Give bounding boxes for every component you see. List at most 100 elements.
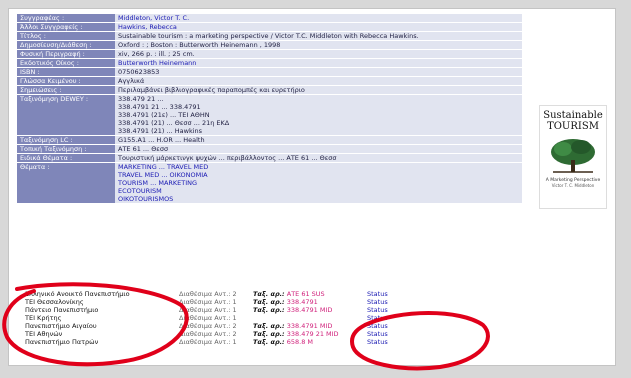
record-value-line: G155.A1 ... H.OR ... Health xyxy=(118,136,205,144)
call-number-value: 338.4791 MID xyxy=(286,306,333,314)
holding-status-link[interactable]: Status xyxy=(365,330,493,338)
record-value-line: Sustainable tourism : a marketing perspe… xyxy=(118,32,419,40)
holding-status-link[interactable]: Status xyxy=(365,298,493,306)
holding-availability: Διαθέσιμα Αντ.: 1 xyxy=(179,314,237,322)
record-field-value: Περιλαμβάνει βιβλιογραφικές παραπομπές κ… xyxy=(115,86,522,94)
record-value-line: 338.4791 (21) ... Hawkins xyxy=(118,127,203,135)
call-number-value: 338.4791 MID xyxy=(286,322,333,330)
holding-library-name: ΤΕΙ Κρήτης xyxy=(25,314,62,322)
holding-call-number: Ταξ. αρ.: ΑΤΕ 61 SUS xyxy=(251,290,365,298)
record-value-link[interactable]: OIKOTOURISMOS xyxy=(118,195,173,203)
holding-row: Ελληνικό Ανοικτό Πανεπιστήμιο Διαθέσιμα Α… xyxy=(23,290,493,298)
holding-availability: Διαθέσιμα Αντ.: 1 xyxy=(179,306,237,314)
record-field-label: Θέματα : xyxy=(17,163,115,203)
book-cover-image[interactable]: Sustainable TOURISM A Marketing Perspect… xyxy=(539,105,607,209)
record-row: ISBN :0750623853 xyxy=(17,68,522,76)
record-value-line: Hawkins, Rebecca xyxy=(118,23,519,31)
record-value-link[interactable]: Butterworth Heinemann xyxy=(118,59,196,67)
call-number-prefix: Ταξ. αρ.: xyxy=(253,298,285,306)
holding-library-name: Πάντειο Πανεπιστήμιο xyxy=(25,306,99,314)
record-field-value: Butterworth Heinemann xyxy=(115,59,522,67)
record-field-label: Άλλοι Συγγραφείς : xyxy=(17,23,115,31)
record-field-value: ΑΤΕ 61 ... Θεσσ xyxy=(115,145,522,153)
record-field-value: MARKETING ... TRAVEL MED TRAVEL MED ... O… xyxy=(115,163,522,203)
record-row: Εκδοτικός Οίκος : Butterworth Heinemann xyxy=(17,59,522,67)
record-value-line: TOURISM ... MARKETING xyxy=(118,179,519,187)
record-panel: Συγγραφέας : Middleton, Victor T. C. Άλλοι… xyxy=(2,8,616,371)
call-number-value: ΑΤΕ 61 SUS xyxy=(286,290,325,298)
holding-row: Πανεπιστήμιο Πατρών Διαθέσιμα Αντ.: 1 Ταξ.… xyxy=(23,338,493,346)
holding-status-link[interactable]: Status xyxy=(365,322,493,330)
record-row: Τίτλος : Sustainable tourism : a marketin… xyxy=(17,32,522,40)
record-value-line: MARKETING ... TRAVEL MED xyxy=(118,163,519,171)
record-value-link[interactable]: Hawkins, Rebecca xyxy=(118,23,177,31)
record-row: Τοπική Ταξινόμηση : ΑΤΕ 61 ... Θεσσ xyxy=(17,145,522,153)
record-row: Φυσική Περιγραφή : xiv, 266 p. : ill. ; 2… xyxy=(17,50,522,58)
holding-call-number xyxy=(251,314,365,322)
record-value-link[interactable]: TRAVEL MED ... OIKONOMIA xyxy=(118,171,208,179)
holding-status-link[interactable]: Status xyxy=(365,338,493,346)
holding-call-number: Ταξ. αρ.: 658.8 M xyxy=(251,338,365,346)
bibliographic-record-table: Συγγραφέας : Middleton, Victor T. C. Άλλοι… xyxy=(17,13,522,204)
holding-status-link[interactable]: Status xyxy=(365,290,493,298)
holding-row: ΤΕΙ Κρήτης Διαθέσιμα Αντ.: 1 Status xyxy=(23,314,493,322)
record-field-label: Σημειώσεις : xyxy=(17,86,115,94)
holding-library-name: ΤΕΙ Θεσσαλονίκης xyxy=(25,298,84,306)
holding-row: Πάντειο Πανεπιστήμιο Διαθέσιμα Αντ.: 1 Ταξ… xyxy=(23,306,493,314)
record-value-line: xiv, 266 p. : ill. ; 25 cm. xyxy=(118,50,195,58)
record-field-label: Φυσική Περιγραφή : xyxy=(17,50,115,58)
record-field-label: Τίτλος : xyxy=(17,32,115,40)
holding-availability: Διαθέσιμα Αντ.: 1 xyxy=(179,338,237,346)
holding-call-number: Ταξ. αρ.: 338.4791 xyxy=(251,298,365,306)
record-value-line: 0750623853 xyxy=(118,68,160,76)
record-value-line: 338.4791 (21ε) ... ΤΕΙ ΑΘΗΝ xyxy=(118,111,210,119)
record-field-value: Αγγλικά xyxy=(115,77,522,85)
record-value-line: Middleton, Victor T. C. xyxy=(118,14,519,22)
holding-availability: Διαθέσιμα Αντ.: 2 xyxy=(179,290,237,298)
record-row: Δημοσίευση/Διάθεση : Oxford : ; Boston : … xyxy=(17,41,522,49)
holding-call-number: Ταξ. αρ.: 338.4791 MID xyxy=(251,322,365,330)
record-value-line: 338.4791 21 ... 338.4791 xyxy=(118,103,201,111)
record-value-link[interactable]: Middleton, Victor T. C. xyxy=(118,14,189,22)
record-value-line: Τουριστική μάρκετινγκ ψυχών ... περιβάλλ… xyxy=(118,154,337,162)
record-row: Ταξινόμηση DEWEY :338.479 21 ... 338.479… xyxy=(17,95,522,135)
record-row: Άλλοι Συγγραφείς : Hawkins, Rebecca xyxy=(17,23,522,31)
record-value-link[interactable]: MARKETING ... TRAVEL MED xyxy=(118,163,208,171)
record-field-value: Sustainable tourism : a marketing perspe… xyxy=(115,32,522,40)
holding-availability: Διαθέσιμα Αντ.: 2 xyxy=(179,330,237,338)
holding-availability: Διαθέσιμα Αντ.: 1 xyxy=(179,298,237,306)
record-row: Γλώσσα Κειμένου : Αγγλικά xyxy=(17,77,522,85)
record-field-value: Hawkins, Rebecca xyxy=(115,23,522,31)
holding-row: Πανεπιστήμιο Αιγαίου Διαθέσιμα Αντ.: 2 Ταξ… xyxy=(23,322,493,330)
call-number-value: 338.4791 xyxy=(286,298,318,306)
record-field-label: ISBN : xyxy=(17,68,115,76)
record-field-value: Oxford : ; Boston : Butterworth Heineman… xyxy=(115,41,522,49)
record-field-value: xiv, 266 p. : ill. ; 25 cm. xyxy=(115,50,522,58)
record-value-line: ΑΤΕ 61 ... Θεσσ xyxy=(118,145,169,153)
holding-status-link[interactable]: Status xyxy=(365,306,493,314)
record-field-value: Τουριστική μάρκετινγκ ψυχών ... περιβάλλ… xyxy=(115,154,522,162)
call-number-value: 338.479 21 MID xyxy=(286,330,339,338)
record-row: Θέματα : MARKETING ... TRAVEL MED TRAVEL M… xyxy=(17,163,522,203)
cover-title-line1: Sustainable xyxy=(543,110,603,121)
record-value-line: ECOTOURISM xyxy=(118,187,519,195)
record-value-link[interactable]: ECOTOURISM xyxy=(118,187,162,195)
holding-library-name: ΤΕΙ Αθηνών xyxy=(25,330,63,338)
record-value-line: Περιλαμβάνει βιβλιογραφικές παραπομπές κ… xyxy=(118,86,305,94)
cover-author: Victor T. C. Middleton xyxy=(551,183,595,188)
record-field-value: 338.479 21 ... 338.4791 21 ... 338.4791 3… xyxy=(115,95,522,135)
record-row: Ειδικά Θέματα : Τουριστική μάρκετινγκ ψυχ… xyxy=(17,154,522,162)
tree-globe-icon xyxy=(551,139,595,173)
record-field-label: Τοπική Ταξινόμηση : xyxy=(17,145,115,153)
record-field-label: Εκδοτικός Οίκος : xyxy=(17,59,115,67)
holding-call-number: Ταξ. αρ.: 338.4791 MID xyxy=(251,306,365,314)
holding-status-link[interactable]: Status xyxy=(365,314,493,322)
record-field-label: Συγγραφέας : xyxy=(17,14,115,22)
holding-library-name: Πανεπιστήμιο Πατρών xyxy=(25,338,99,346)
call-number-prefix: Ταξ. αρ.: xyxy=(253,338,285,346)
record-field-label: Ειδικά Θέματα : xyxy=(17,154,115,162)
record-row: Ταξινόμηση LC : G155.A1 ... H.OR ... Heal… xyxy=(17,136,522,144)
record-value-link[interactable]: TOURISM ... MARKETING xyxy=(118,179,197,187)
record-field-label: Ταξινόμηση DEWEY : xyxy=(17,95,115,135)
record-field-label: Γλώσσα Κειμένου : xyxy=(17,77,115,85)
